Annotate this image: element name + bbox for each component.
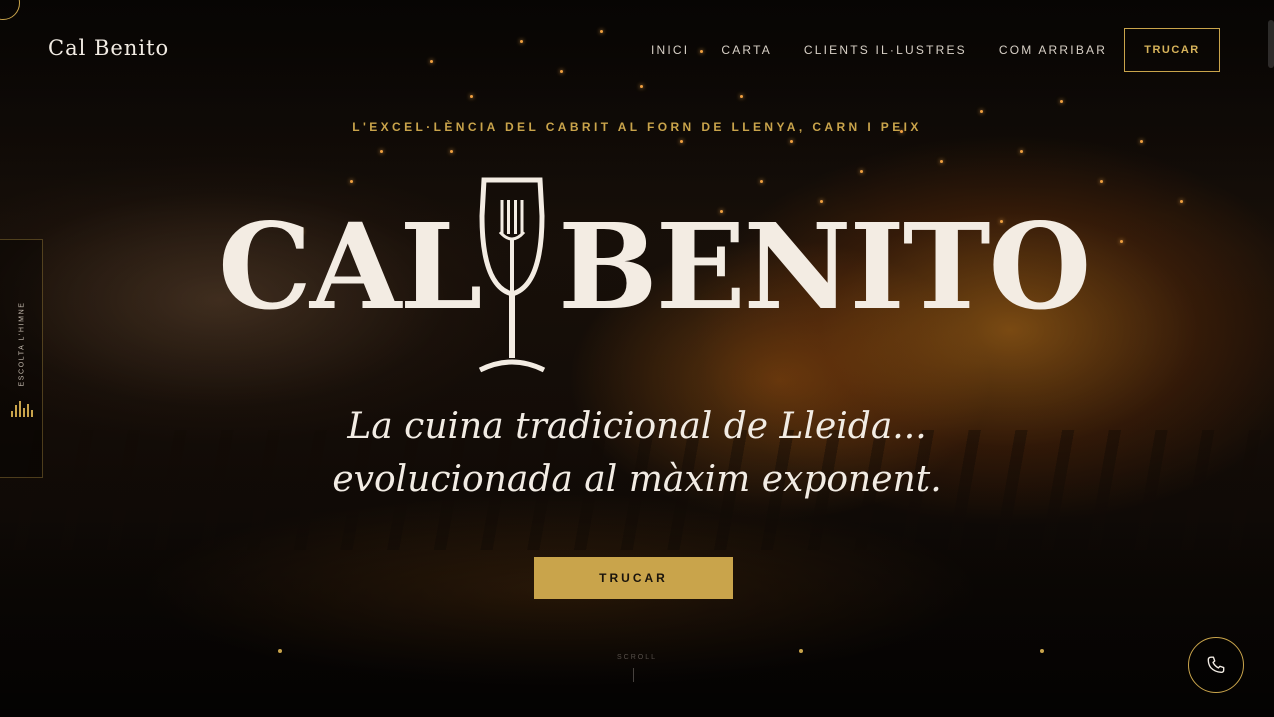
main-nav: INICI CARTA CLIENTS IL·LUSTRES COM ARRIB… (651, 43, 1107, 57)
spark (450, 150, 453, 153)
spark (600, 30, 603, 33)
subtitle-line-1: La cuina tradicional de Lleida... (347, 406, 927, 447)
hero-call-button[interactable]: TRUCAR (534, 557, 733, 599)
spark (520, 40, 523, 43)
decor-dot (278, 649, 282, 653)
hero-logo: CAL BENITO (218, 176, 1091, 376)
logo-text-cal: CAL (218, 197, 482, 336)
nav-item-inici[interactable]: INICI (651, 43, 689, 57)
header-call-button[interactable]: TRUCAR (1124, 28, 1220, 72)
spark (1180, 200, 1183, 203)
logo-text-benito: BENITO (558, 197, 1091, 336)
spark (980, 110, 983, 113)
wine-glass-fork-icon (478, 177, 546, 373)
spark (1120, 240, 1123, 243)
spark (380, 150, 383, 153)
subtitle-line-2: evolucionada al màxim exponent. (332, 459, 942, 500)
anthem-player-label: ESCOLTA L'HIMNE (18, 301, 26, 387)
spark (1020, 150, 1023, 153)
spark (740, 95, 743, 98)
nav-item-clients[interactable]: CLIENTS IL·LUSTRES (804, 43, 967, 57)
spark (470, 95, 473, 98)
phone-icon (1207, 656, 1225, 674)
spark (1100, 180, 1103, 183)
nav-item-carta[interactable]: CARTA (721, 43, 772, 57)
scroll-indicator-line (633, 668, 634, 682)
spark (1140, 140, 1143, 143)
spark (430, 60, 433, 63)
scroll-indicator-label: SCROLL (616, 654, 657, 661)
hero-subtitle: La cuina tradicional de Lleida... evoluc… (0, 400, 1274, 506)
spark (790, 140, 793, 143)
decor-dot (799, 649, 803, 653)
spark (1060, 100, 1063, 103)
brand-logo[interactable]: Cal Benito (48, 36, 169, 60)
phone-call-fab[interactable] (1188, 637, 1244, 693)
nav-item-com-arribar[interactable]: COM ARRIBAR (999, 43, 1107, 57)
equalizer-icon[interactable] (11, 401, 33, 417)
decor-dot (1040, 649, 1044, 653)
spark (860, 170, 863, 173)
spark (680, 140, 683, 143)
spark (560, 70, 563, 73)
page-scrollbar[interactable] (1268, 20, 1274, 68)
spark (940, 160, 943, 163)
hero-tagline: L'EXCEL·LÈNCIA DEL CABRIT AL FORN DE LLE… (352, 120, 922, 134)
spark (640, 85, 643, 88)
